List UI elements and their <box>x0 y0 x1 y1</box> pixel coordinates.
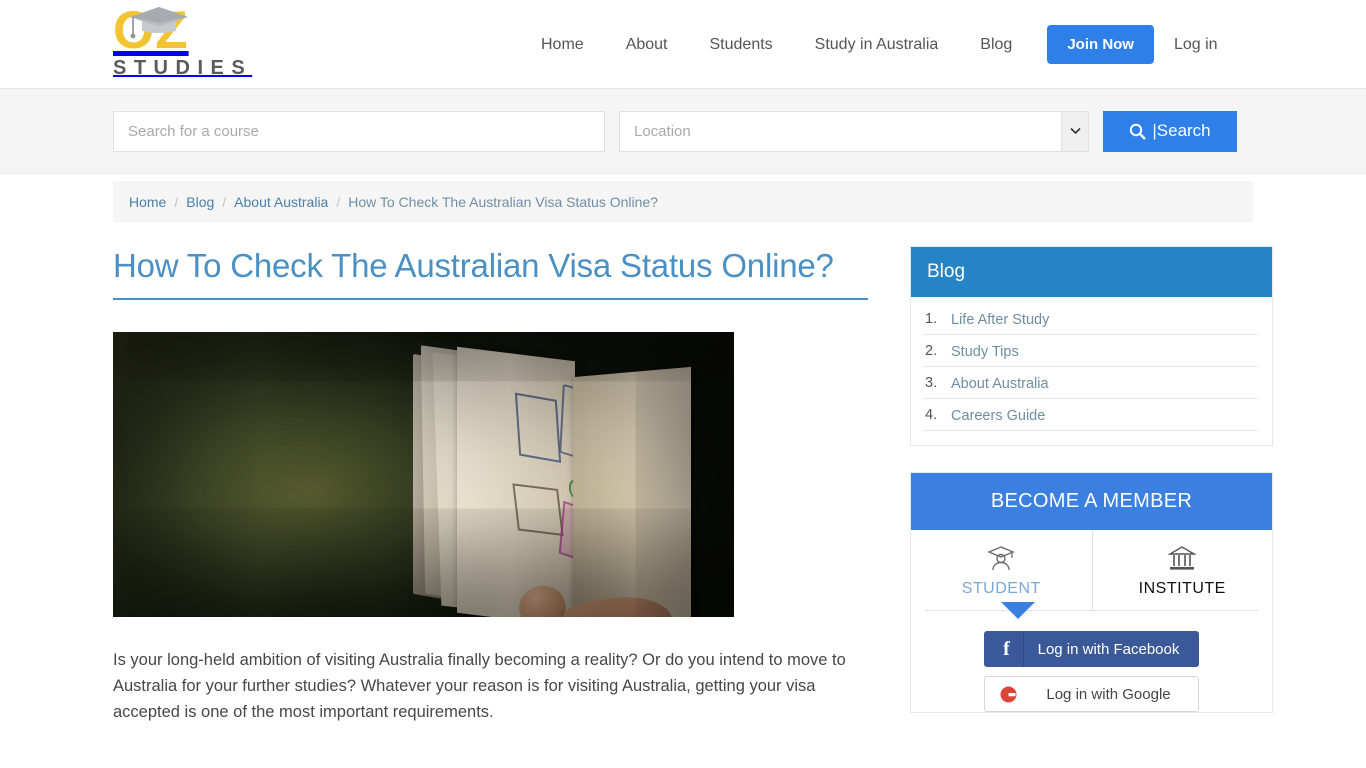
breadcrumb-separator: / <box>336 193 341 210</box>
blog-category-list: Life After Study Study Tips About Austra… <box>911 297 1272 445</box>
list-item: Study Tips <box>925 343 1258 367</box>
breadcrumb-item-home[interactable]: Home <box>129 194 166 210</box>
search-button[interactable]: |Search <box>1103 110 1237 152</box>
nav-item-blog[interactable]: Blog <box>959 0 1033 89</box>
article-paragraph: Is your long-held ambition of visiting A… <box>113 651 846 721</box>
chevron-down-icon[interactable] <box>1061 111 1088 151</box>
facebook-login-label: Log in with Facebook <box>1037 640 1180 658</box>
hero-vignette <box>113 332 734 617</box>
location-input[interactable] <box>619 110 1089 152</box>
nav-item-about[interactable]: About <box>605 0 689 89</box>
breadcrumb-item-current: How To Check The Australian Visa Status … <box>348 193 658 210</box>
list-item: About Australia <box>925 375 1258 399</box>
breadcrumb-item-blog[interactable]: Blog <box>186 194 214 210</box>
article-hero-image <box>113 332 734 617</box>
logo-text-secondary: STUDIES <box>113 57 253 79</box>
blog-link-life-after-study[interactable]: Life After Study <box>951 312 1049 328</box>
location-select-wrapper <box>619 110 1089 152</box>
google-login-button[interactable]: Log in with Google <box>984 676 1199 712</box>
page-root: OZ STUDIES Home About Students Study in … <box>0 0 1366 768</box>
member-type-tabs: STUDENT INSTITUTE <box>911 530 1272 610</box>
graduate-icon <box>911 544 1092 574</box>
title-divider <box>113 298 868 300</box>
blog-panel-heading: Blog <box>911 247 1272 297</box>
member-login-options: f Log in with Facebook Log in with Googl… <box>911 611 1272 712</box>
login-link[interactable]: Log in <box>1168 0 1218 89</box>
site-logo[interactable]: OZ STUDIES <box>113 4 273 84</box>
main-navigation: Home About Students Study in Australia B… <box>520 0 1218 89</box>
search-bar: |Search <box>0 89 1366 174</box>
google-login-label: Log in with Google <box>1046 685 1171 703</box>
institution-icon <box>1093 544 1273 574</box>
blog-panel: Blog Life After Study Study Tips About A… <box>910 246 1273 446</box>
breadcrumb: Home / Blog / About Australia / How To C… <box>113 181 1253 222</box>
nav-item-study-in-australia[interactable]: Study in Australia <box>794 0 960 89</box>
tab-student-label: STUDENT <box>961 580 1041 597</box>
list-item: Life After Study <box>925 311 1258 335</box>
search-bar-inner: |Search <box>113 110 1253 152</box>
article-column: How To Check The Australian Visa Status … <box>113 246 868 725</box>
site-header: OZ STUDIES Home About Students Study in … <box>0 0 1366 89</box>
member-tabs-divider <box>925 602 1258 619</box>
breadcrumb-separator: / <box>222 193 227 210</box>
nav-item-students[interactable]: Students <box>689 0 794 89</box>
active-tab-caret-icon <box>1001 602 1035 619</box>
main-content: How To Check The Australian Visa Status … <box>0 246 1366 725</box>
nav-item-home[interactable]: Home <box>520 0 605 89</box>
sidebar: Blog Life After Study Study Tips About A… <box>910 246 1273 725</box>
tab-institute-label: INSTITUTE <box>1138 580 1226 597</box>
join-now-button[interactable]: Join Now <box>1047 25 1154 64</box>
logo-text-primary: OZ <box>113 1 189 60</box>
become-a-member-panel: BECOME A MEMBER STUDENT INSTITUTE f Log … <box>910 472 1273 713</box>
breadcrumb-item-about-australia[interactable]: About Australia <box>234 194 328 210</box>
course-search-input[interactable] <box>113 110 605 152</box>
blog-link-careers-guide[interactable]: Careers Guide <box>951 408 1045 424</box>
chevron-down-glyph <box>1069 127 1081 135</box>
blog-link-about-australia[interactable]: About Australia <box>951 376 1049 392</box>
breadcrumb-separator: / <box>174 193 179 210</box>
member-panel-heading: BECOME A MEMBER <box>911 473 1272 530</box>
facebook-icon: f <box>990 631 1024 667</box>
search-button-label: |Search <box>1152 121 1211 140</box>
tab-student[interactable]: STUDENT <box>911 530 1092 610</box>
google-icon <box>991 677 1025 711</box>
tab-institute[interactable]: INSTITUTE <box>1091 530 1273 610</box>
list-item: Careers Guide <box>925 407 1258 431</box>
facebook-login-button[interactable]: f Log in with Facebook <box>984 631 1199 667</box>
search-icon <box>1130 123 1147 140</box>
blog-link-study-tips[interactable]: Study Tips <box>951 344 1019 360</box>
page-title: How To Check The Australian Visa Status … <box>113 247 834 284</box>
